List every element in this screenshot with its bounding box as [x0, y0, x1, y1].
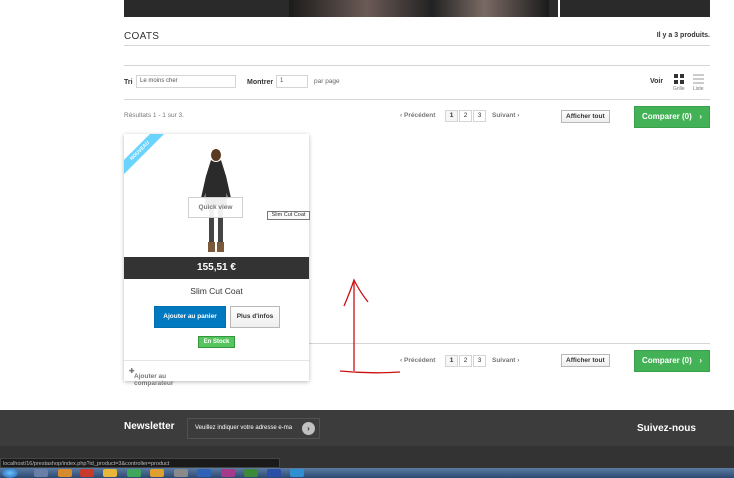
taskbar-app-icon[interactable] — [174, 469, 188, 477]
perpage-suffix: par page — [314, 78, 340, 85]
new-ribbon: NOUVEAU — [124, 134, 165, 176]
sort-label: Tri — [124, 79, 133, 86]
compare-label: Comparer (0) — [642, 356, 692, 365]
compare-label: Comparer (0) — [642, 112, 692, 121]
newsletter-email-input[interactable]: Veuillez indiquer votre adresse e-ma › — [187, 418, 320, 439]
browser-status-url: localhost/16/prestashop/index.php?id_pro… — [0, 458, 280, 468]
product-name[interactable]: Slim Cut Coat — [124, 286, 309, 296]
taskbar-app-icon[interactable] — [244, 469, 258, 477]
more-info-button[interactable]: Plus d'infos — [230, 306, 280, 328]
add-to-compare-bar[interactable]: ✚ Ajouter au comparateur — [124, 360, 309, 387]
compare-button[interactable]: Comparer (0) › — [634, 350, 710, 372]
taskbar-app-icon[interactable] — [150, 469, 164, 477]
pagination-bottom: ‹ Précédent 1 2 3 Suivant › — [400, 355, 530, 367]
banner-photo — [289, 0, 549, 17]
title-divider — [124, 45, 710, 46]
view-label: Voir — [650, 78, 664, 85]
show-all-button[interactable]: Afficher tout — [561, 110, 610, 123]
product-count: Il y a 3 produits. — [656, 32, 710, 39]
submit-arrow-icon[interactable]: › — [302, 422, 315, 435]
product-tooltip: Slim Cut Coat — [267, 211, 310, 220]
sortbar-bottom-divider — [124, 99, 710, 100]
stock-badge: En Stock — [198, 336, 235, 348]
add-to-cart-button[interactable]: Ajouter au panier — [154, 306, 226, 328]
page-link[interactable]: 2 — [459, 110, 472, 122]
compare-button[interactable]: Comparer (0) › — [634, 106, 710, 128]
pagination-prev[interactable]: ‹ Précédent — [400, 112, 435, 119]
red-annotation-arrow — [339, 278, 401, 374]
page-link[interactable]: 3 — [473, 110, 486, 122]
list-view-label[interactable]: Liste — [693, 86, 704, 92]
chevron-right-icon: › — [699, 112, 702, 121]
perpage-select[interactable]: 1 — [276, 75, 308, 88]
taskbar-app-icon[interactable] — [80, 469, 94, 477]
taskbar-app-icon[interactable] — [58, 469, 72, 477]
sort-select[interactable]: Le moins cher — [136, 75, 236, 88]
add-to-compare-link[interactable]: ✚ Ajouter au comparateur — [129, 367, 173, 387]
pagination-top: ‹ Précédent 1 2 3 Suivant › — [400, 110, 530, 122]
quick-view-button[interactable]: Quick view — [188, 197, 243, 218]
category-title: COATS — [124, 31, 160, 42]
pagination-next[interactable]: Suivant › — [492, 112, 519, 119]
page-link[interactable]: 2 — [459, 355, 472, 367]
taskbar-app-icon[interactable] — [197, 469, 211, 477]
list-view-icon[interactable] — [693, 74, 704, 84]
footer-band — [0, 410, 734, 446]
product-image[interactable]: NOUVEAU Quick view — [124, 134, 309, 257]
taskbar-app-icon[interactable] — [267, 469, 281, 477]
newsletter-placeholder: Veuillez indiquer votre adresse e-ma — [195, 425, 293, 431]
pagination-next[interactable]: Suivant › — [492, 357, 519, 364]
results-summary: Résultats 1 - 1 sur 3. — [124, 112, 184, 119]
product-card[interactable]: NOUVEAU Quick view 155,51 € Slim Cut Coa… — [124, 134, 309, 387]
page-link[interactable]: 1 — [445, 110, 458, 122]
social-title: Suivez-nous — [637, 423, 696, 434]
banner-divider — [558, 0, 560, 17]
page-link[interactable]: 3 — [473, 355, 486, 367]
chevron-right-icon: › — [699, 356, 702, 365]
product-price: 155,51 € — [124, 257, 309, 279]
taskbar-app-icon[interactable] — [34, 469, 48, 477]
newsletter-title: Newsletter — [124, 421, 175, 432]
grid-view-label[interactable]: Grille — [673, 86, 685, 92]
taskbar-app-icon[interactable] — [127, 469, 141, 477]
sortbar-top-divider — [124, 65, 710, 66]
start-button-icon[interactable] — [2, 468, 18, 478]
perpage-label: Montrer — [247, 79, 274, 86]
sort-bar: Tri Le moins cher Montrer 1 par page Voi… — [124, 74, 710, 92]
category-banner-image — [124, 0, 710, 17]
taskbar-app-icon[interactable] — [290, 469, 304, 477]
taskbar-app-icon[interactable] — [221, 469, 235, 477]
page-link[interactable]: 1 — [445, 355, 458, 367]
show-all-button[interactable]: Afficher tout — [561, 354, 610, 367]
os-taskbar — [0, 468, 734, 478]
grid-view-icon[interactable] — [674, 74, 684, 84]
page: COATS Il y a 3 produits. Tri Le moins ch… — [0, 0, 734, 478]
view-switcher: Voir Grille Liste — [650, 74, 710, 96]
taskbar-app-icon[interactable] — [103, 469, 117, 477]
